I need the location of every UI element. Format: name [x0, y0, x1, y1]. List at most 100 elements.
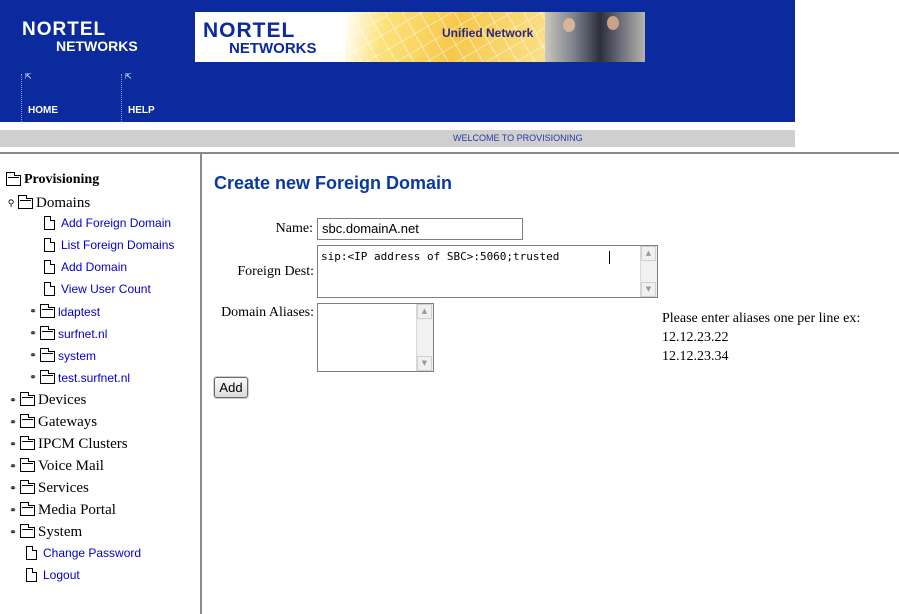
banner-logo-line-1: NORTEL	[203, 19, 296, 42]
tree-item-domains[interactable]: ⚲ Domains	[4, 195, 90, 212]
folder-icon	[40, 347, 55, 362]
banner-logo: NORTEL NETWORKS	[203, 20, 317, 56]
tree-item-voice-mail-label[interactable]: Voice Mail	[38, 458, 104, 475]
folder-icon	[20, 414, 35, 428]
folder-icon	[20, 458, 35, 472]
foreign-dest-label: Foreign Dest:	[237, 264, 314, 279]
expand-icon[interactable]: ⚭	[6, 506, 20, 516]
aliases-hint-line-1: Please enter aliases one per line ex:	[662, 311, 861, 326]
tree-item-devices[interactable]: ⚭ Devices	[6, 392, 86, 409]
expand-icon[interactable]: ⚭	[26, 307, 40, 317]
expand-icon[interactable]: ⚭	[6, 418, 20, 428]
nortel-banner: NORTEL NETWORKS Unified Network	[195, 12, 645, 62]
link-add-domain[interactable]: Add Domain	[61, 260, 127, 274]
tree-item-ipcm-clusters-label[interactable]: IPCM Clusters	[38, 436, 128, 453]
foreign-dest-textarea[interactable]: sip:<IP address of SBC>:5060;trusted ▲ ▼	[317, 245, 658, 298]
folder-icon	[40, 303, 55, 318]
banner-people-photo	[545, 12, 645, 62]
expand-icon[interactable]: ⚭	[26, 329, 40, 339]
expand-icon[interactable]: ⚭	[26, 373, 40, 383]
link-logout[interactable]: Logout	[43, 568, 80, 582]
tree-item-services-label[interactable]: Services	[38, 480, 89, 497]
logo-line-1: NORTEL	[22, 19, 107, 40]
tree-item-gateways-label[interactable]: Gateways	[38, 414, 97, 431]
folder-icon	[40, 369, 55, 384]
link-domain-test-surfnet[interactable]: test.surfnet.nl	[58, 371, 130, 385]
expand-icon[interactable]: ⚭	[6, 484, 20, 494]
scroll-down-icon[interactable]: ▼	[641, 282, 656, 297]
tree-link-change-password[interactable]: Change Password	[26, 546, 141, 560]
collapse-icon[interactable]: ⚲	[4, 199, 18, 209]
link-view-user-count[interactable]: View User Count	[61, 282, 151, 296]
domain-aliases-textarea[interactable]: ▲ ▼	[317, 303, 434, 372]
folder-icon	[20, 502, 35, 516]
expand-icon[interactable]: ⚭	[6, 440, 20, 450]
expand-icon[interactable]: ⚭	[26, 351, 40, 361]
name-label: Name:	[275, 221, 313, 236]
tree-action-view-user-count[interactable]: View User Count	[44, 282, 151, 296]
link-add-foreign-domain[interactable]: Add Foreign Domain	[61, 216, 171, 230]
folder-icon	[20, 436, 35, 450]
nav-home[interactable]: ⇱ HOME	[21, 72, 112, 122]
tree-item-gateways[interactable]: ⚭ Gateways	[6, 414, 97, 431]
link-list-foreign-domains[interactable]: List Foreign Domains	[61, 238, 174, 252]
folder-icon	[20, 524, 35, 538]
name-input[interactable]: sbc.domainA.net	[317, 218, 523, 240]
expand-icon[interactable]: ⚭	[6, 528, 20, 538]
tree-item-ipcm-clusters[interactable]: ⚭ IPCM Clusters	[6, 436, 128, 453]
document-icon	[26, 546, 37, 560]
nortel-logo: NORTEL NETWORKS	[22, 20, 138, 53]
tree-item-media-portal-label[interactable]: Media Portal	[38, 502, 116, 519]
foreign-dest-scrollbar[interactable]: ▲ ▼	[640, 246, 657, 297]
divider-horizontal	[0, 152, 899, 154]
folder-open-icon	[18, 195, 33, 209]
small-arrow-icon: ⇱	[125, 72, 132, 81]
link-domain-ldaptest[interactable]: ldaptest	[58, 305, 100, 319]
tree-domain-system[interactable]: ⚭ system	[26, 347, 96, 363]
tree-link-logout[interactable]: Logout	[26, 568, 80, 582]
tree-item-media-portal[interactable]: ⚭ Media Portal	[6, 502, 116, 519]
aliases-hint-line-2: 12.12.23.22	[662, 330, 729, 345]
tree-item-domains-label[interactable]: Domains	[36, 195, 90, 212]
welcome-bar: WELCOME TO PROVISIONING	[0, 130, 795, 147]
document-icon	[44, 216, 55, 230]
link-domain-surfnet[interactable]: surfnet.nl	[58, 327, 107, 341]
foreign-dest-value[interactable]: sip:<IP address of SBC>:5060;trusted	[321, 250, 559, 263]
tree-root-label[interactable]: Provisioning	[24, 172, 99, 188]
domain-aliases-scrollbar[interactable]: ▲ ▼	[416, 304, 433, 371]
domain-aliases-label: Domain Aliases:	[221, 305, 314, 320]
expand-icon[interactable]: ⚭	[6, 396, 20, 406]
scroll-up-icon[interactable]: ▲	[417, 304, 432, 319]
banner-logo-line-2: NETWORKS	[229, 40, 317, 57]
tree-item-system[interactable]: ⚭ System	[6, 524, 82, 541]
folder-icon	[40, 325, 55, 340]
folder-icon	[20, 480, 35, 494]
document-icon	[44, 282, 55, 296]
tree-domain-ldaptest[interactable]: ⚭ ldaptest	[26, 303, 100, 319]
tree-item-system-label[interactable]: System	[38, 524, 82, 541]
link-change-password[interactable]: Change Password	[43, 546, 141, 560]
link-domain-system[interactable]: system	[58, 349, 96, 363]
expand-icon[interactable]: ⚭	[6, 462, 20, 472]
tree-item-voice-mail[interactable]: ⚭ Voice Mail	[6, 458, 104, 475]
scroll-up-icon[interactable]: ▲	[641, 246, 656, 261]
folder-icon	[20, 392, 35, 406]
tree-item-services[interactable]: ⚭ Services	[6, 480, 89, 497]
scroll-down-icon[interactable]: ▼	[417, 356, 432, 371]
tree-action-list-foreign-domains[interactable]: List Foreign Domains	[44, 238, 174, 252]
tree-domain-surfnet[interactable]: ⚭ surfnet.nl	[26, 325, 107, 341]
add-button[interactable]: Add	[214, 377, 248, 398]
nav-help[interactable]: ⇱ HELP	[121, 72, 212, 122]
nav-help-label[interactable]: HELP	[128, 105, 155, 116]
tree-root[interactable]: Provisioning	[6, 171, 99, 188]
text-caret	[609, 251, 610, 264]
page-title: Create new Foreign Domain	[214, 173, 453, 193]
tree-action-add-foreign-domain[interactable]: Add Foreign Domain	[44, 216, 171, 230]
small-arrow-icon: ⇱	[25, 72, 32, 81]
aliases-hint-line-3: 12.12.23.34	[662, 349, 729, 364]
tree-action-add-domain[interactable]: Add Domain	[44, 260, 127, 274]
nav-home-label[interactable]: HOME	[28, 105, 58, 116]
tree-item-devices-label[interactable]: Devices	[38, 392, 86, 409]
tree-domain-test-surfnet[interactable]: ⚭ test.surfnet.nl	[26, 369, 130, 385]
document-icon	[44, 260, 55, 274]
